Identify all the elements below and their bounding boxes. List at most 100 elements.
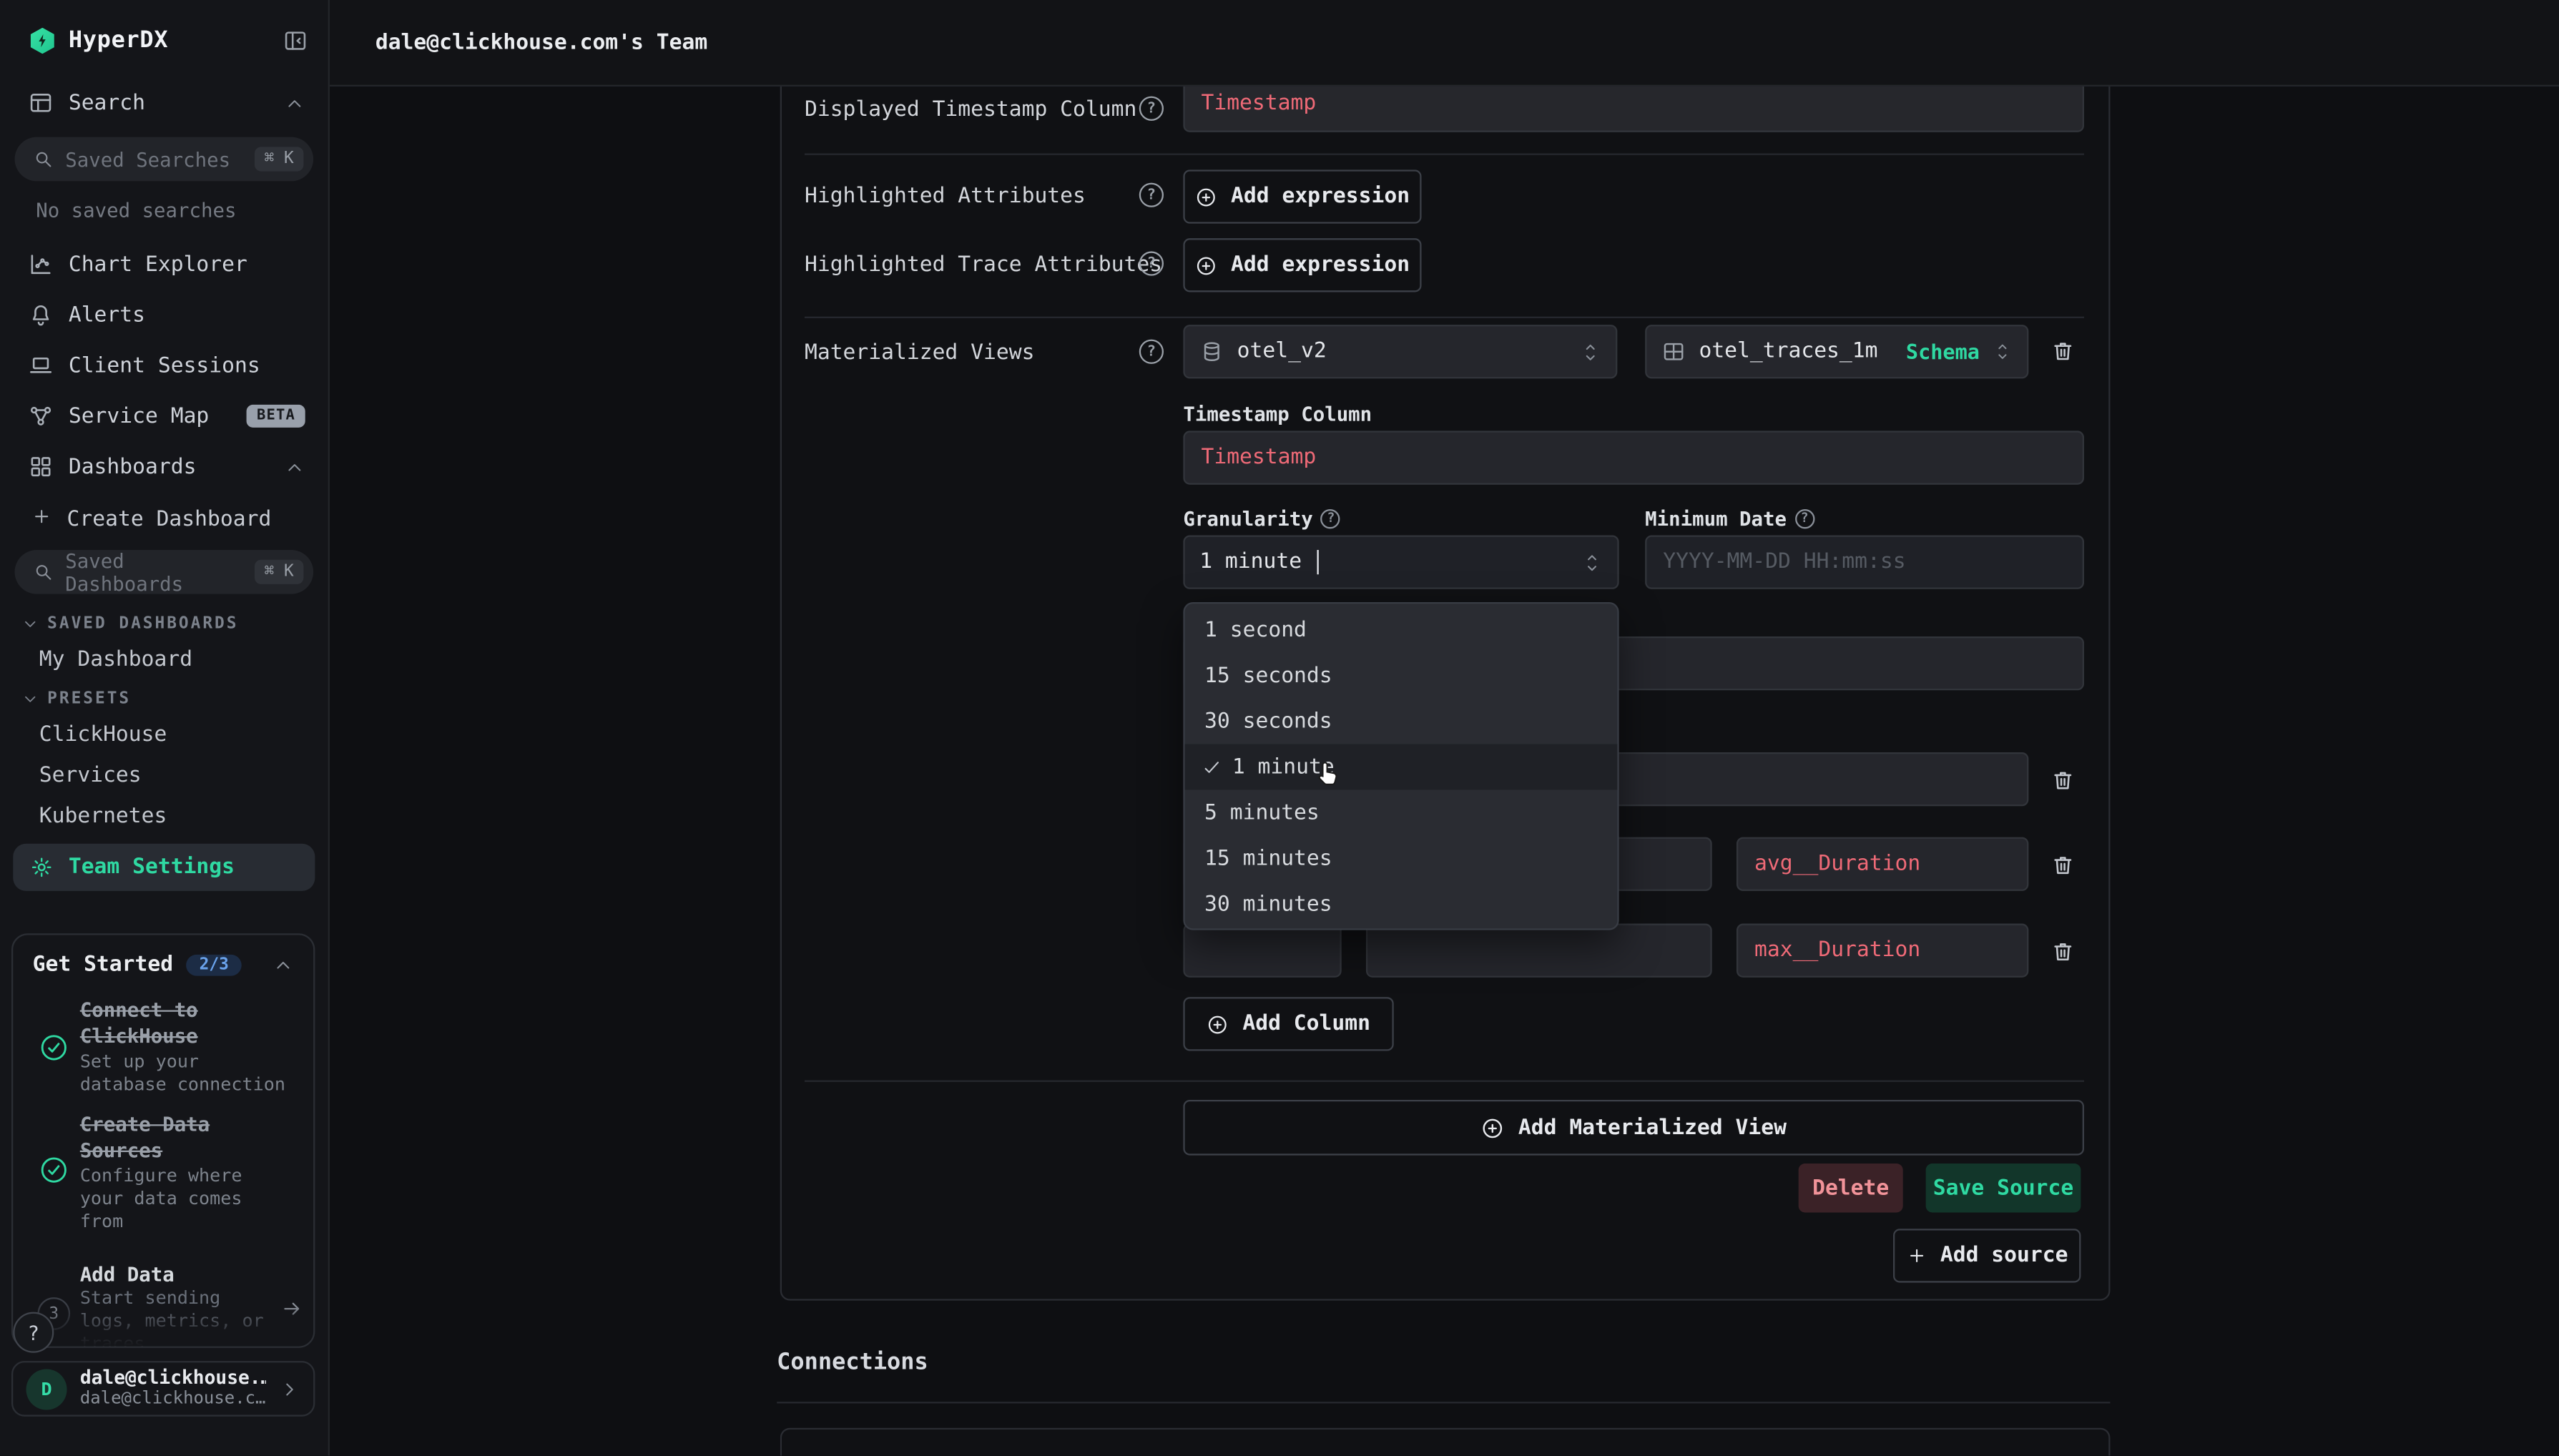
column-alias-input[interactable]: avg__Duration <box>1737 837 2028 891</box>
divider <box>805 1081 2084 1082</box>
sidebar-item-chart-explorer[interactable]: Chart Explorer <box>0 251 328 277</box>
search-icon <box>33 149 54 170</box>
timestamp-column-input[interactable]: Timestamp <box>1183 431 2084 484</box>
field-label-highlighted-attributes: Highlighted Attributes <box>805 185 1086 209</box>
connections-panel <box>780 1428 2111 1456</box>
create-dashboard-button[interactable]: Create Dashboard <box>0 506 328 532</box>
help-icon[interactable]: ? <box>1139 340 1164 364</box>
column-aggregation-input[interactable] <box>1183 924 1341 978</box>
sidebar-item-search[interactable]: Search <box>0 90 328 117</box>
chevron-up-icon[interactable] <box>272 955 294 976</box>
column-alias-input[interactable]: max__Duration <box>1737 924 2028 978</box>
saved-dashboards-input[interactable]: Saved Dashboards ⌘ K <box>15 550 314 594</box>
sidebar-item-team-settings[interactable]: Team Settings <box>13 844 315 891</box>
sidebar-item-my-dashboard[interactable]: My Dashboard <box>0 648 328 672</box>
input-value: Timestamp <box>1201 446 1316 470</box>
schema-badge[interactable]: Schema <box>1906 340 1980 364</box>
add-materialized-view-button[interactable]: Add Materialized View <box>1183 1100 2084 1156</box>
dropdown-option[interactable]: 5 minutes <box>1185 790 1618 835</box>
field-label-highlighted-trace-attributes: Highlighted Trace Attributes <box>805 253 1162 277</box>
dropdown-option[interactable]: 30 minutes <box>1185 881 1618 927</box>
column-expression-input[interactable] <box>1366 924 1712 978</box>
dropdown-option[interactable]: 30 seconds <box>1185 699 1618 744</box>
help-icon[interactable]: ? <box>1139 183 1164 207</box>
sidebar-item-kubernetes[interactable]: Kubernetes <box>0 805 328 829</box>
sidebar-item-client-sessions[interactable]: Client Sessions <box>0 353 328 379</box>
help-button[interactable]: ? <box>13 1312 54 1353</box>
add-source-button[interactable]: Add source <box>1893 1229 2081 1282</box>
add-column-button[interactable]: Add Column <box>1183 997 1393 1051</box>
delete-button[interactable]: Delete <box>1799 1164 1903 1212</box>
group-saved-dashboards[interactable]: SAVED DASHBOARDS <box>0 615 328 633</box>
sidebar-item-dashboards[interactable]: Dashboards <box>0 453 328 480</box>
group-presets[interactable]: PRESETS <box>0 690 328 708</box>
laptop-icon <box>28 353 54 379</box>
database-select[interactable]: otel_v2 <box>1183 325 1617 378</box>
input-value: max__Duration <box>1754 938 1920 963</box>
dropdown-option[interactable]: 1 second <box>1185 607 1618 653</box>
check-circle-icon <box>37 1031 70 1064</box>
help-icon[interactable]: ? <box>1139 251 1164 275</box>
gear-icon <box>29 855 54 880</box>
delete-column-icon[interactable] <box>2050 767 2076 793</box>
dropdown-option[interactable]: 15 seconds <box>1185 653 1618 699</box>
sidebar: HyperDX Search Saved Searches ⌘ K No sav… <box>0 0 330 1455</box>
help-icon[interactable]: ? <box>1321 508 1340 528</box>
sidebar-item-services[interactable]: Services <box>0 764 328 788</box>
sidebar-item-service-map[interactable]: Service Map BETA <box>0 403 328 430</box>
minimum-date-input[interactable]: YYYY-MM-DD HH:mm:ss <box>1645 535 2084 589</box>
table-select[interactable]: otel_traces_1m Schema <box>1645 325 2028 378</box>
progress-badge: 2/3 <box>186 955 242 976</box>
granularity-dropdown: 1 second 15 seconds 30 seconds 1 minute … <box>1183 602 1619 930</box>
chevron-up-icon[interactable] <box>284 92 305 114</box>
sidebar-item-alerts[interactable]: Alerts <box>0 302 328 328</box>
divider <box>777 1402 2110 1403</box>
field-label-minimum-date: Minimum Date? <box>1645 508 1814 531</box>
delete-column-icon[interactable] <box>2050 852 2076 878</box>
button-label: Delete <box>1812 1176 1889 1200</box>
sidebar-item-label: Client Sessions <box>69 353 305 378</box>
select-value: otel_traces_1m <box>1699 340 1877 364</box>
divider <box>805 317 2084 318</box>
saved-dashboards-placeholder: Saved Dashboards <box>65 549 243 595</box>
brand-row: HyperDX <box>0 0 328 54</box>
user-menu[interactable]: D dale@clickhouse.… dale@clickhouse.c… <box>11 1361 315 1417</box>
bell-icon <box>28 302 54 328</box>
chevrons-updown-icon <box>1580 338 1601 365</box>
step-title: Connect to ClickHouse <box>80 997 276 1049</box>
chevron-down-icon <box>21 615 39 633</box>
save-source-button[interactable]: Save Source <box>1926 1164 2081 1212</box>
add-expression-button[interactable]: Add expression <box>1183 169 1421 223</box>
saved-searches-input[interactable]: Saved Searches ⌘ K <box>15 137 314 182</box>
delete-column-icon[interactable] <box>2050 938 2076 965</box>
get-started-card: Get Started 2/3 Connect to ClickHouse Se… <box>11 933 315 1348</box>
collapse-sidebar-icon[interactable] <box>283 28 309 54</box>
card-fade <box>13 1304 313 1346</box>
chevron-up-icon[interactable] <box>284 456 305 478</box>
add-expression-button[interactable]: Add expression <box>1183 238 1421 292</box>
dashboards-grid-icon <box>28 453 54 480</box>
source-settings-panel: Displayed Timestamp Column ? Timestamp H… <box>780 49 2111 1300</box>
sidebar-item-label: Dashboards <box>69 455 270 479</box>
help-icon[interactable]: ? <box>1794 508 1814 528</box>
mouse-cursor <box>1310 757 1343 790</box>
dropdown-option[interactable]: 15 minutes <box>1185 835 1618 881</box>
help-icon[interactable]: ? <box>1139 97 1164 121</box>
dropdown-option-selected[interactable]: 1 minute <box>1185 744 1618 790</box>
page-title: dale@clickhouse.com's Team <box>375 30 707 54</box>
granularity-combobox[interactable]: 1 minute <box>1183 535 1619 589</box>
sidebar-item-label: Chart Explorer <box>69 252 305 277</box>
shortcut-badge: ⌘ K <box>255 560 304 584</box>
sidebar-item-clickhouse[interactable]: ClickHouse <box>0 723 328 747</box>
group-label: SAVED DASHBOARDS <box>47 615 238 633</box>
circle-plus-icon <box>1480 1116 1505 1140</box>
circle-plus-icon <box>1195 185 1218 208</box>
chart-explorer-icon <box>28 251 54 277</box>
avatar: D <box>26 1368 67 1409</box>
sidebar-item-label: Search <box>69 91 270 115</box>
field-label-displayed-timestamp-column: Displayed Timestamp Column <box>805 98 1136 122</box>
step-description: Configure where your data comes from <box>80 1165 293 1234</box>
get-started-title: Get Started <box>33 953 173 978</box>
delete-materialized-view-icon[interactable] <box>2050 338 2076 364</box>
button-label: Add expression <box>1231 185 1410 209</box>
